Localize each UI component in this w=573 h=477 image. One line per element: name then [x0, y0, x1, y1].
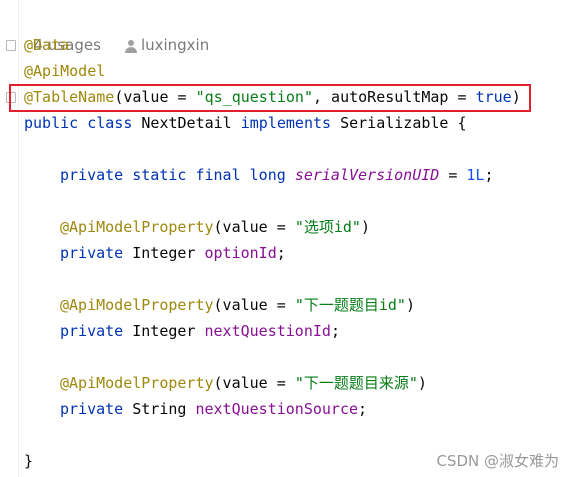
code-line-nextquestionsource-field: private String nextQuestionSource; — [60, 396, 367, 422]
svuid-field: serialVersionUID — [294, 166, 440, 184]
field-type: Integer — [132, 244, 196, 262]
semicolon: ; — [358, 400, 368, 418]
svuid-modifiers: private static final long — [60, 166, 286, 184]
editor-gutter — [0, 0, 19, 477]
nextquestionid-label: "下一题题目id" — [294, 296, 406, 314]
property-args-close: ) — [405, 296, 415, 314]
code-line-nextquestionid-annotation: @ApiModelProperty(value = "下一题题目id") — [60, 292, 415, 318]
closing-brace: } — [24, 452, 34, 470]
optionid-label: "选项id" — [294, 218, 361, 236]
code-line-apimodel-annotation: @ApiModel — [24, 58, 105, 84]
code-line-nextquestionid-field: private Integer nextQuestionId; — [60, 318, 340, 344]
property-args-close: ) — [360, 218, 370, 236]
annotation-apimodelproperty: @ApiModelProperty — [60, 374, 214, 392]
annotation-apimodel: @ApiModel — [24, 62, 106, 80]
interface-name: Serializable { — [340, 114, 467, 132]
property-args-close: ) — [417, 374, 427, 392]
svuid-semicolon: ; — [484, 166, 494, 184]
semicolon: ; — [276, 244, 286, 262]
code-line-closing-brace: } — [24, 448, 33, 474]
keyword-private: private — [60, 322, 124, 340]
annotation-apimodelproperty: @ApiModelProperty — [60, 296, 214, 314]
svuid-equals: = — [439, 166, 467, 184]
field-nextquestionsource: nextQuestionSource — [195, 400, 359, 418]
annotation-data: @Data — [24, 36, 70, 54]
field-type: String — [132, 400, 187, 418]
code-line-serialversionuid: private static final long serialVersionU… — [60, 162, 494, 188]
property-args-open: (value = — [213, 374, 295, 392]
class-name: NextDetail — [141, 114, 232, 132]
svuid-value: 1L — [466, 166, 485, 184]
author-name[interactable]: luxingxin — [141, 36, 209, 54]
field-optionid: optionId — [204, 244, 277, 262]
code-line-optionid-annotation: @ApiModelProperty(value = "选项id") — [60, 214, 370, 240]
keyword-public: public — [24, 114, 79, 132]
field-type: Integer — [132, 322, 196, 340]
field-nextquestionid: nextQuestionId — [204, 322, 331, 340]
code-line-optionid-field: private Integer optionId; — [60, 240, 286, 266]
nextquestionsource-label: "下一题题目来源" — [294, 374, 418, 392]
annotation-apimodelproperty: @ApiModelProperty — [60, 218, 214, 236]
code-line-data-annotation: @Data — [24, 32, 69, 58]
watermark: CSDN @淑女难为 — [436, 452, 559, 470]
keyword-implements: implements — [240, 114, 332, 132]
keyword-private: private — [60, 400, 124, 418]
highlight-annotation-box — [9, 84, 531, 112]
keyword-class: class — [87, 114, 133, 132]
semicolon: ; — [330, 322, 340, 340]
code-vision-hints: 4 usages luxingxin — [24, 6, 210, 54]
author-icon — [124, 39, 137, 53]
keyword-private: private — [60, 244, 124, 262]
code-line-nextquestionsource-annotation: @ApiModelProperty(value = "下一题题目来源") — [60, 370, 427, 396]
property-args-open: (value = — [213, 296, 295, 314]
property-args-open: (value = — [213, 218, 295, 236]
code-line-class-declaration: public class NextDetail implements Seria… — [24, 110, 467, 136]
fold-marker-icon[interactable] — [6, 40, 16, 51]
